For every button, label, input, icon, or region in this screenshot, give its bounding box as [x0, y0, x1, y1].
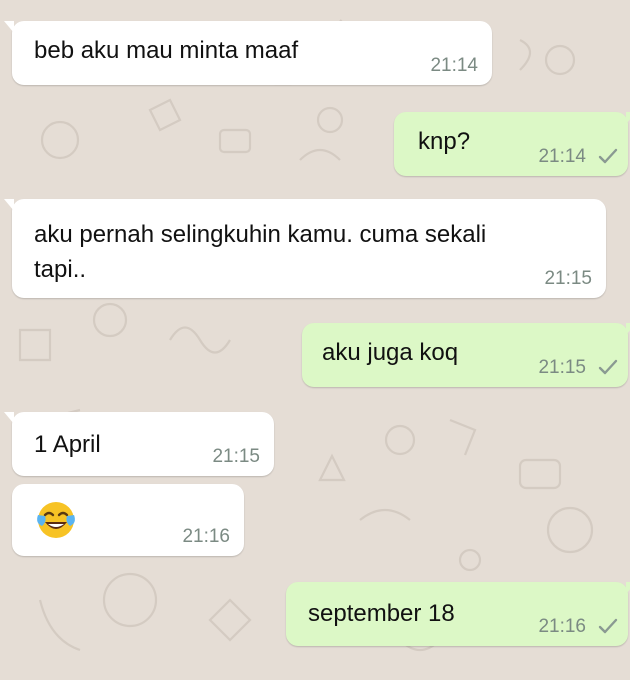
message-incoming[interactable]: aku pernah selingkuhin kamu. cuma sekali…	[4, 199, 606, 298]
message-text: knp?	[418, 128, 471, 155]
face-with-tears-of-joy-icon	[37, 502, 75, 538]
message-timestamp: 21:16	[182, 526, 230, 547]
message-text: 1 April	[34, 431, 101, 458]
message-incoming[interactable]: beb aku mau minta maaf 21:14	[4, 21, 492, 85]
message-outgoing[interactable]: september 18 21:16	[286, 582, 630, 646]
message-text: beb aku mau minta maaf	[34, 37, 299, 64]
message-outgoing[interactable]: knp? 21:14	[394, 112, 630, 176]
message-outgoing[interactable]: aku juga koq 21:15	[302, 323, 630, 387]
sent-check-icon	[598, 618, 618, 634]
sent-check-icon	[598, 359, 618, 375]
message-incoming[interactable]: 1 April 21:15	[4, 412, 274, 476]
sent-check-icon	[598, 148, 618, 164]
message-incoming[interactable]: 21:16	[12, 484, 244, 556]
message-timestamp: 21:16	[538, 616, 586, 637]
message-timestamp: 21:15	[538, 357, 586, 378]
message-timestamp: 21:15	[544, 268, 592, 289]
message-text-line: tapi..	[34, 256, 87, 283]
message-text: september 18	[308, 600, 455, 627]
message-text-line: aku pernah selingkuhin kamu. cuma sekali	[34, 221, 487, 248]
message-text: aku juga koq	[322, 339, 459, 366]
message-timestamp: 21:14	[538, 146, 586, 167]
message-timestamp: 21:14	[430, 55, 478, 76]
message-timestamp: 21:15	[212, 446, 260, 467]
